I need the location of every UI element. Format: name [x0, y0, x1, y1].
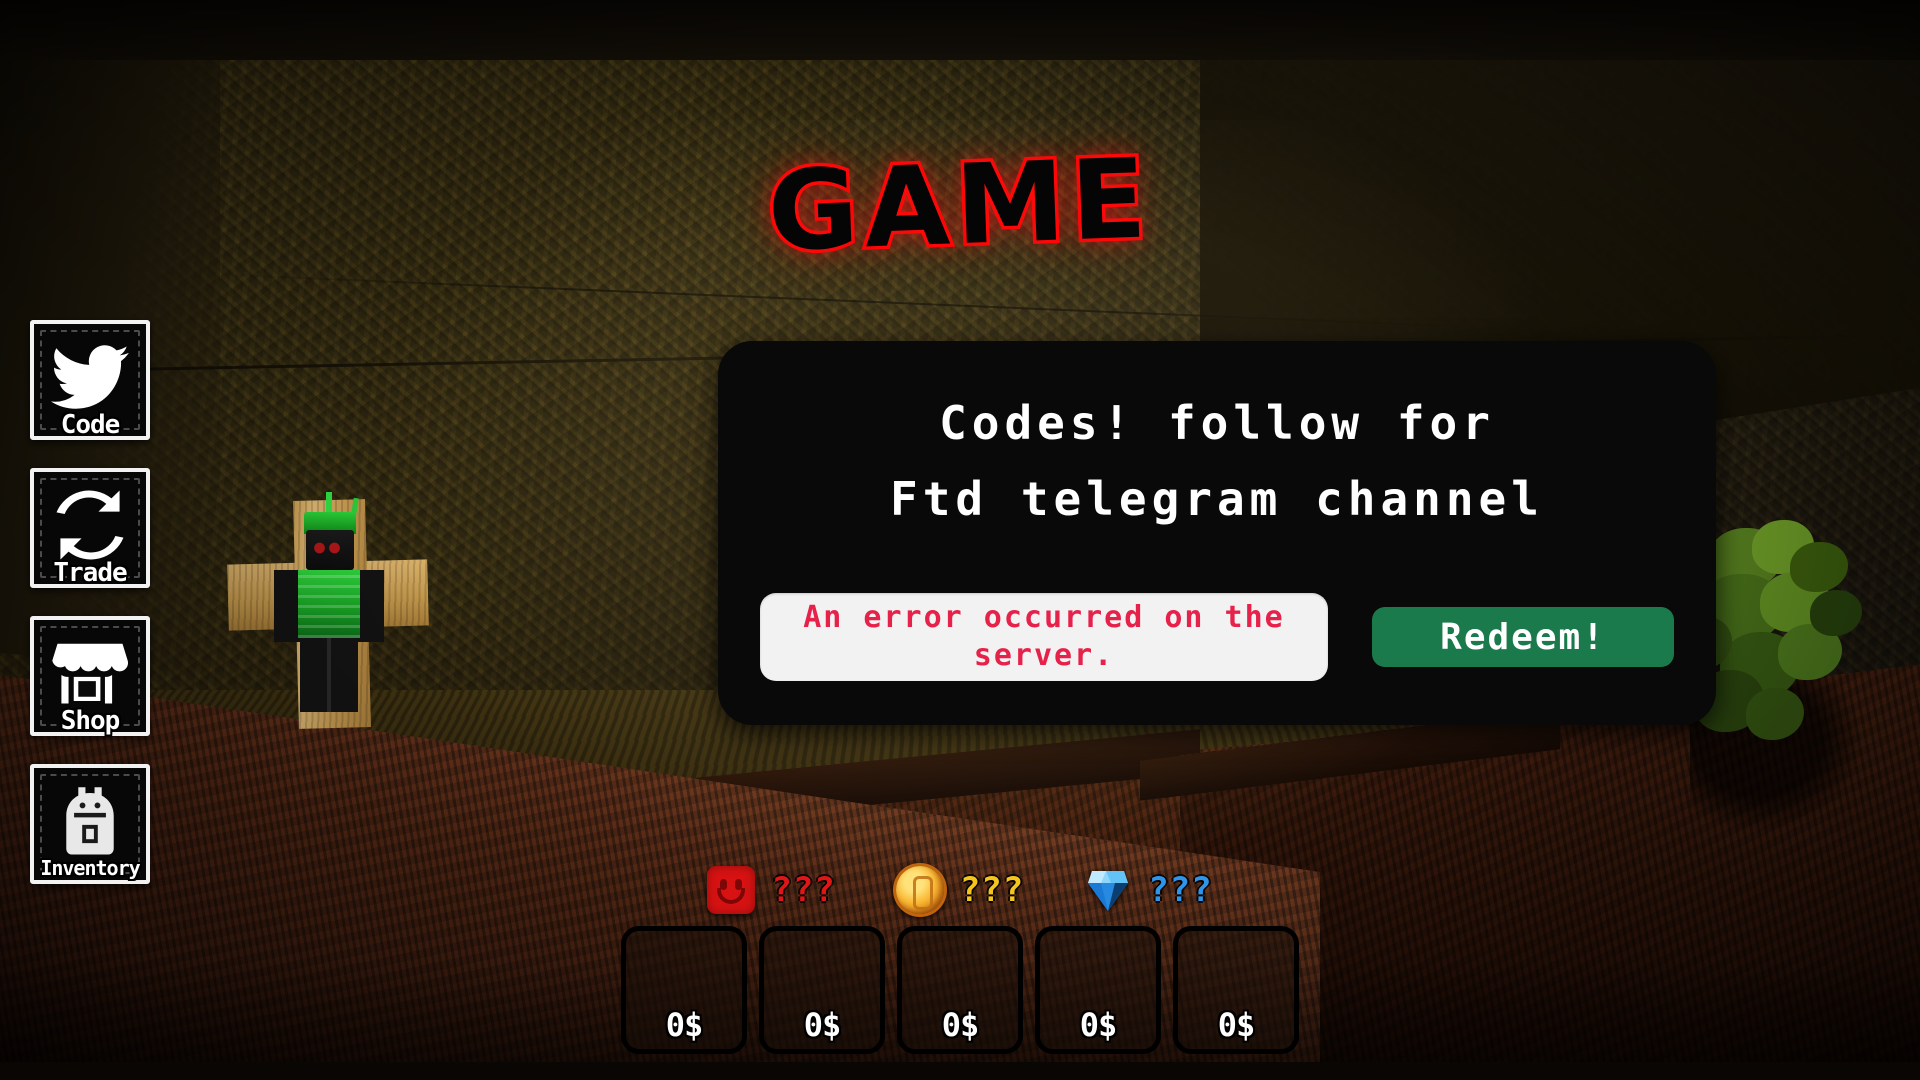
sidebar-item-label: Shop	[60, 706, 121, 736]
sidebar-item-label: Inventory	[40, 856, 140, 880]
hotbar-slot[interactable]: 0$	[897, 926, 1023, 1054]
sidebar-item-shop[interactable]: Shop	[30, 616, 150, 736]
sidebar-item-inventory[interactable]: Inventory	[30, 764, 150, 884]
slot-amount: 0$	[665, 1006, 704, 1044]
hotbar-slot[interactable]: 0$	[1173, 926, 1299, 1054]
sidebar-button-column: Code Trade Shop Inventory	[30, 320, 150, 884]
slot-amount: 0$	[1079, 1006, 1118, 1044]
hotbar-slot[interactable]: 0$	[759, 926, 885, 1054]
panel-input-row: An error occurred on the server. Redeem!	[718, 593, 1716, 681]
slot-amount: 0$	[941, 1006, 980, 1044]
wooden-cross-prop	[227, 492, 429, 730]
player-avatar	[268, 492, 386, 716]
cave-ceiling	[0, 0, 1920, 60]
slot-amount: 0$	[803, 1006, 842, 1044]
code-input-field[interactable]: An error occurred on the server.	[760, 593, 1328, 681]
backpack-icon	[51, 787, 129, 860]
bottom-black-bar	[0, 1062, 1920, 1080]
bush-foliage	[1672, 520, 1900, 830]
sidebar-item-label: Trade	[53, 558, 127, 588]
code-redeem-panel: Codes! follow for Ftd telegram channel A…	[718, 341, 1716, 725]
hotbar-slot[interactable]: 0$	[1035, 926, 1161, 1054]
slot-amount: 0$	[1217, 1006, 1256, 1044]
sidebar-item-trade[interactable]: Trade	[30, 468, 150, 588]
storefront-icon	[51, 640, 129, 712]
hotbar-slot-row: 0$ 0$ 0$ 0$ 0$	[0, 926, 1920, 1054]
sidebar-item-code[interactable]: Code	[30, 320, 150, 440]
hotbar-slot[interactable]: 0$	[621, 926, 747, 1054]
panel-heading-text: Codes! follow for Ftd telegram channel	[890, 396, 1544, 526]
trade-arrows-icon	[51, 490, 129, 564]
sidebar-item-label: Code	[60, 410, 121, 440]
twitter-bird-icon	[51, 344, 129, 416]
redeem-button[interactable]: Redeem!	[1372, 607, 1674, 667]
